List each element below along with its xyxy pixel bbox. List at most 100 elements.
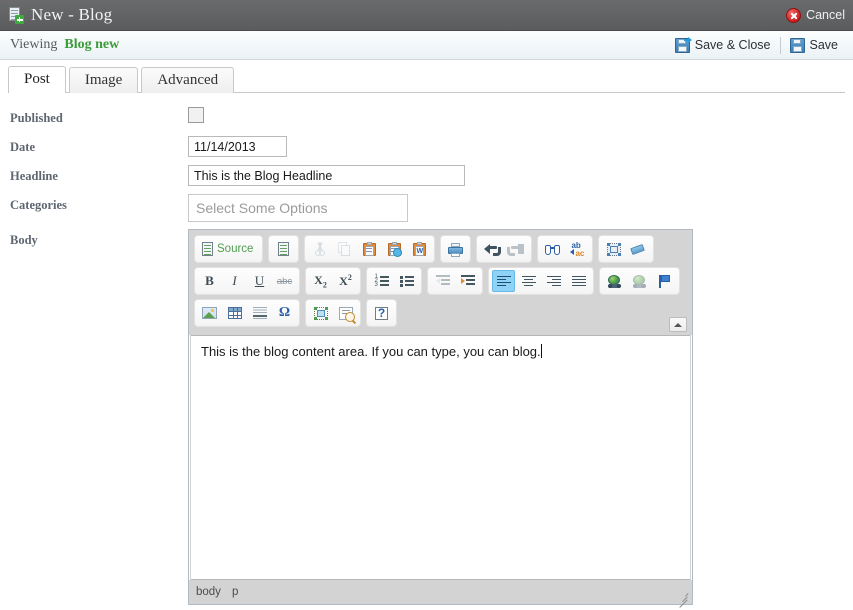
- paste-text-button[interactable]: [383, 238, 406, 260]
- paste-from-word-icon: W: [413, 242, 427, 256]
- select-all-button[interactable]: [602, 238, 625, 260]
- unlink-globe-icon: [632, 274, 647, 288]
- floppy-disk-icon: [789, 37, 805, 53]
- window-title-bar: New - Blog Cancel: [0, 0, 853, 31]
- align-center-button[interactable]: [517, 270, 540, 292]
- about-button[interactable]: ?: [370, 302, 393, 324]
- underline-icon: U: [254, 273, 265, 288]
- categories-select[interactable]: Select Some Options: [188, 194, 408, 222]
- form-row-headline: Headline: [10, 165, 853, 194]
- link-button[interactable]: [603, 270, 626, 292]
- remove-format-button[interactable]: [627, 238, 650, 260]
- published-checkbox[interactable]: [188, 107, 204, 123]
- templates-button[interactable]: [272, 238, 295, 260]
- toolbar-group-lists: 123: [366, 267, 422, 295]
- strikethrough-button[interactable]: abc: [273, 270, 296, 292]
- categories-field: Select Some Options: [188, 194, 853, 222]
- collapse-toolbar-icon[interactable]: [669, 317, 687, 332]
- save-button[interactable]: Save: [783, 37, 846, 53]
- bulleted-list-icon: [399, 275, 414, 287]
- anchor-button[interactable]: [653, 270, 676, 292]
- element-path-body[interactable]: body: [196, 586, 221, 598]
- date-input[interactable]: [188, 136, 287, 157]
- anchor-flag-icon: [658, 274, 671, 288]
- save-and-close-button[interactable]: Save & Close: [668, 36, 778, 53]
- image-button[interactable]: [198, 302, 221, 324]
- published-field: [188, 107, 853, 123]
- image-icon: [202, 307, 217, 319]
- cancel-button[interactable]: Cancel: [786, 7, 845, 23]
- form-row-categories: Categories Select Some Options: [10, 194, 853, 229]
- paste-word-button[interactable]: W: [408, 238, 431, 260]
- form-row-published: Published: [10, 107, 853, 136]
- element-path-p[interactable]: p: [232, 586, 238, 598]
- about-question-label: ?: [377, 306, 386, 320]
- find-button[interactable]: [541, 238, 564, 260]
- numbered-list-button[interactable]: 123: [370, 270, 393, 292]
- justify-button[interactable]: [567, 270, 590, 292]
- replace-abc-icon: ab ac: [570, 240, 585, 258]
- editor-toolbar: Source W ab ac B I U abc X2 X2 1 2 3 Ω ?: [189, 230, 692, 335]
- italic-button[interactable]: I: [223, 270, 246, 292]
- tab-image[interactable]: Image: [68, 67, 139, 93]
- align-center-icon: [521, 275, 536, 287]
- editor-status-bar: body p: [189, 580, 692, 608]
- toolbar-row-2: B I U abc X2 X2 1 2 3: [194, 267, 687, 295]
- indent-button[interactable]: [456, 270, 479, 292]
- blog-editor-window: New - Blog Cancel Viewing Blog new Save …: [0, 0, 853, 610]
- toolbar-group-templates: [268, 235, 300, 263]
- show-blocks-button[interactable]: [334, 302, 357, 324]
- redo-arrow-icon: [507, 243, 525, 256]
- align-right-button[interactable]: [542, 270, 565, 292]
- editor-content-area[interactable]: This is the blog content area. If you ca…: [191, 335, 690, 580]
- link-globe-icon: [607, 274, 622, 288]
- toolbar-group-clipboard: W: [304, 235, 436, 263]
- superscript-icon: X2: [339, 273, 352, 288]
- align-left-button[interactable]: [492, 270, 515, 292]
- undo-button[interactable]: [480, 238, 503, 260]
- copy-button[interactable]: [333, 238, 356, 260]
- tab-post[interactable]: Post: [8, 66, 66, 94]
- table-button[interactable]: [223, 302, 246, 324]
- cut-button[interactable]: [308, 238, 331, 260]
- headline-input[interactable]: [188, 165, 465, 186]
- viewing-bar-actions: Save & Close Save: [668, 36, 846, 54]
- paste-plain-text-icon: [388, 242, 403, 257]
- source-button[interactable]: Source: [198, 238, 259, 260]
- bold-button[interactable]: B: [198, 270, 221, 292]
- floppy-disk-icon: [674, 36, 692, 53]
- about-question-icon: ?: [375, 306, 388, 320]
- subscript-icon: X2: [314, 272, 327, 290]
- published-label: Published: [10, 111, 63, 125]
- templates-icon: [278, 242, 290, 256]
- date-label: Date: [10, 140, 35, 154]
- bulleted-list-button[interactable]: [395, 270, 418, 292]
- date-field: [188, 136, 853, 157]
- toolbar-group-document: Source: [194, 235, 264, 263]
- cancel-circle-icon: [786, 7, 802, 23]
- redo-button[interactable]: [505, 238, 528, 260]
- maximize-button[interactable]: [309, 302, 332, 324]
- print-button[interactable]: [444, 238, 467, 260]
- toolbar-group-insert: Ω: [194, 299, 300, 327]
- underline-button[interactable]: U: [248, 270, 271, 292]
- align-right-icon: [546, 275, 561, 287]
- toolbar-row-1: Source W ab ac: [194, 235, 687, 263]
- replace-button[interactable]: ab ac: [566, 238, 589, 260]
- outdent-icon: [435, 275, 450, 287]
- superscript-button[interactable]: X2: [334, 270, 357, 292]
- tab-advanced[interactable]: Advanced: [141, 67, 235, 93]
- toolbar-group-find: ab ac: [537, 235, 594, 263]
- resize-grip[interactable]: [677, 589, 688, 608]
- unlink-button[interactable]: [628, 270, 651, 292]
- toolbar-group-indent: [427, 267, 483, 295]
- special-char-button[interactable]: Ω: [273, 302, 296, 324]
- post-form: Published Date Headline Categories Selec…: [0, 93, 853, 608]
- outdent-button[interactable]: [431, 270, 454, 292]
- subscript-button[interactable]: X2: [309, 270, 332, 292]
- paste-button[interactable]: [358, 238, 381, 260]
- toolbar-group-undo: [476, 235, 533, 263]
- horizontal-rule-button[interactable]: [248, 302, 271, 324]
- toolbar-group-tools: [305, 299, 361, 327]
- save-and-close-label: Save & Close: [694, 38, 771, 52]
